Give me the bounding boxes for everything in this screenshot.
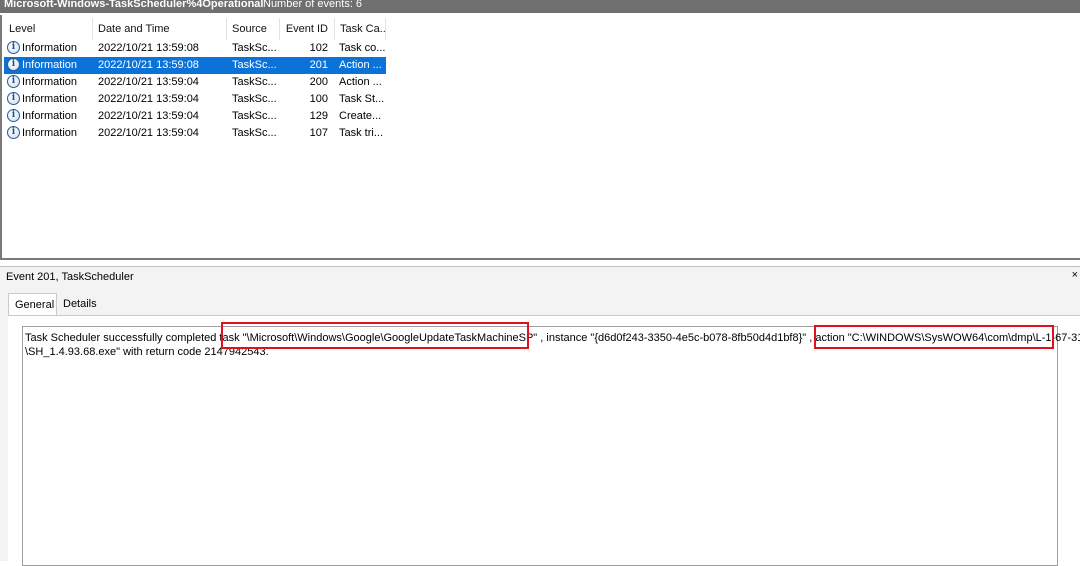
description-action-path: "C:\WINDOWS\SysWOW64\com\dmp\L-1-67-31 (847, 332, 1080, 344)
row-task-category: Task tri... (339, 127, 384, 139)
row-source: TaskSc... (232, 42, 277, 54)
row-task-category: Task co... (339, 42, 385, 54)
tab-details[interactable]: Details (57, 293, 101, 315)
row-event-id: 129 (309, 110, 328, 122)
information-icon: i (7, 58, 20, 71)
event-description: Task Scheduler successfully completed ta… (25, 331, 1080, 359)
description-instance: , instance "{d6d0f243-3350-4e5c-b078-8fb… (537, 332, 848, 344)
tab-general[interactable]: General (8, 293, 57, 316)
column-header-source[interactable]: Source (227, 18, 280, 40)
table-row[interactable]: i Information 2022/10/21 13:59:04 TaskSc… (4, 108, 386, 125)
description-task-path: "\Microsoft\Windows\Google\GoogleUpdateT… (242, 332, 538, 344)
information-icon: i (7, 92, 20, 105)
row-datetime: 2022/10/21 13:59:04 (98, 93, 199, 105)
row-datetime: 2022/10/21 13:59:04 (98, 127, 199, 139)
row-task-category: Task St... (339, 93, 385, 105)
row-event-id: 107 (309, 127, 328, 139)
row-datetime: 2022/10/21 13:59:08 (98, 42, 199, 54)
row-source: TaskSc... (232, 59, 277, 71)
row-datetime: 2022/10/21 13:59:04 (98, 76, 199, 88)
row-level: Information (22, 76, 78, 88)
column-header-level[interactable]: Level (4, 18, 93, 40)
row-event-id: 100 (309, 93, 328, 105)
information-icon: i (7, 41, 20, 54)
event-detail-header: Event 201, TaskScheduler × (0, 266, 1080, 288)
row-task-category: Action ... (339, 59, 382, 71)
row-task-category: Action ... (339, 76, 382, 88)
grid-header: Level Date and Time Source Event ID Task… (2, 18, 386, 40)
column-header-date-time[interactable]: Date and Time (93, 18, 227, 40)
row-datetime: 2022/10/21 13:59:04 (98, 110, 199, 122)
description-line-1: Task Scheduler successfully completed ta… (25, 331, 1080, 345)
row-task-category: Create... (339, 110, 382, 122)
information-icon: i (7, 75, 20, 88)
column-header-task-category[interactable]: Task Ca... (335, 18, 386, 40)
event-count: Number of events: 6 (263, 0, 363, 10)
table-row[interactable]: i Information 2022/10/21 13:59:04 TaskSc… (4, 74, 386, 91)
information-icon: i (7, 126, 20, 139)
row-source: TaskSc... (232, 127, 277, 139)
description-line-2: \SH_1.4.93.68.exe" with return code 2147… (25, 346, 269, 358)
row-source: TaskSc... (232, 93, 277, 105)
row-event-id: 200 (309, 76, 328, 88)
description-prefix: Task Scheduler successfully completed ta… (25, 332, 243, 344)
row-level: Information (22, 42, 78, 54)
log-titlebar: Microsoft-Windows-TaskScheduler%4Operati… (0, 0, 1080, 13)
event-detail-panel: General Details Task Scheduler successfu… (0, 288, 1080, 566)
row-source: TaskSc... (232, 110, 277, 122)
column-header-event-id[interactable]: Event ID (280, 18, 335, 40)
row-event-id: 201 (309, 59, 328, 71)
row-level: Information (22, 93, 78, 105)
event-list[interactable]: Level Date and Time Source Event ID Task… (0, 15, 1080, 260)
table-row[interactable]: i Information 2022/10/21 13:59:04 TaskSc… (4, 125, 386, 142)
table-row[interactable]: i Information 2022/10/21 13:59:04 TaskSc… (4, 91, 386, 108)
row-level: Information (22, 110, 78, 122)
row-datetime: 2022/10/21 13:59:08 (98, 59, 199, 71)
row-level: Information (22, 59, 78, 71)
log-name: Microsoft-Windows-TaskScheduler%4Operati… (4, 0, 264, 10)
information-icon: i (7, 109, 20, 122)
event-detail-title: Event 201, TaskScheduler (6, 271, 134, 283)
close-icon[interactable]: × (1072, 269, 1078, 281)
row-event-id: 102 (309, 42, 328, 54)
row-source: TaskSc... (232, 76, 277, 88)
general-tab-body: Task Scheduler successfully completed ta… (8, 315, 1080, 566)
row-level: Information (22, 127, 78, 139)
table-row-selected[interactable]: i Information 2022/10/21 13:59:08 TaskSc… (4, 57, 386, 74)
event-description-box[interactable]: Task Scheduler successfully completed ta… (22, 326, 1080, 566)
table-row[interactable]: i Information 2022/10/21 13:59:08 TaskSc… (4, 40, 386, 57)
